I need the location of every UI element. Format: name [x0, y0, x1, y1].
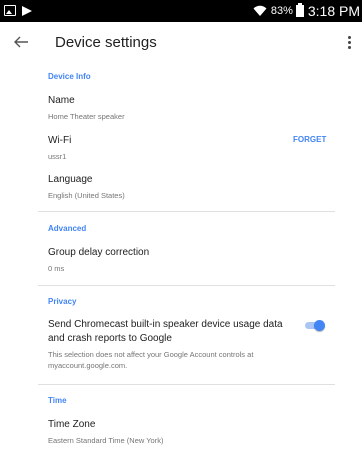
usage-data-title[interactable]: Send Chromecast built-in speaker device … [48, 318, 296, 346]
usage-data-toggle[interactable] [305, 320, 325, 332]
group-delay-value: 0 ms [48, 264, 65, 273]
section-header-device-info: Device Info [48, 72, 91, 81]
name-title[interactable]: Name [48, 95, 75, 106]
section-header-privacy: Privacy [48, 297, 77, 306]
status-clock: 3:18 PM [307, 3, 360, 19]
wifi-title[interactable]: Wi-Fi [48, 135, 71, 146]
battery-percent: 83% [270, 5, 293, 17]
forget-wifi-button[interactable]: FORGET [293, 135, 326, 144]
usage-data-description: This selection does not affect your Goog… [48, 350, 254, 370]
section-header-advanced: Advanced [48, 224, 87, 233]
wifi-value: ussr1 [48, 152, 67, 161]
time-zone-title[interactable]: Time Zone [48, 419, 95, 430]
language-value: English (United States) [48, 191, 125, 200]
time-zone-value: Eastern Standard Time (New York) [48, 436, 164, 445]
more-vert-icon[interactable] [346, 36, 352, 50]
back-arrow-icon[interactable] [13, 34, 29, 50]
name-value: Home Theater speaker [48, 112, 125, 121]
status-bar: 83% 3:18 PM [0, 0, 362, 22]
wifi-icon [253, 5, 267, 16]
gallery-icon [4, 5, 16, 16]
page-title: Device settings [55, 34, 157, 51]
status-right-group: 83% 3:18 PM [253, 2, 360, 20]
section-header-time: Time [48, 396, 67, 405]
group-delay-title[interactable]: Group delay correction [48, 247, 149, 258]
cast-icon [22, 6, 32, 16]
app-bar: Device settings [0, 22, 362, 66]
toggle-thumb [314, 320, 325, 331]
language-title[interactable]: Language [48, 174, 93, 185]
divider [38, 211, 335, 212]
divider [38, 285, 335, 286]
divider [38, 384, 335, 385]
battery-icon [295, 3, 304, 17]
